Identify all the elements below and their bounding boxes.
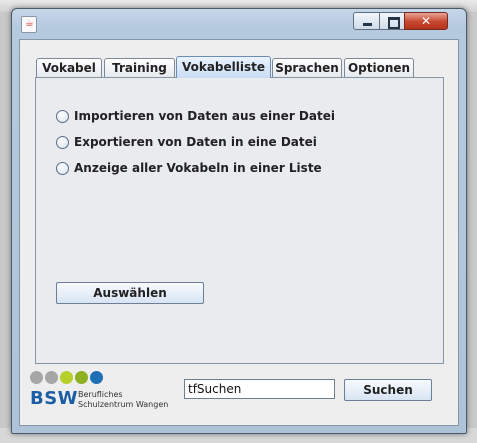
close-icon: ✕ <box>420 14 432 28</box>
search-input[interactable] <box>184 379 335 399</box>
tab-optionen[interactable]: Optionen <box>344 58 414 77</box>
logo-subtitle-line2: Schulzentrum Wangen <box>78 400 169 409</box>
close-button[interactable]: ✕ <box>404 12 448 30</box>
tab-vokabel[interactable]: Vokabel <box>36 58 102 77</box>
maximize-icon <box>388 17 400 29</box>
logo-dot <box>30 371 43 384</box>
tab-vokabelliste[interactable]: Vokabelliste <box>176 56 271 78</box>
radio-show-list-label[interactable]: Anzeige aller Vokabeln in einer Liste <box>74 160 322 176</box>
radio-button-icon[interactable] <box>56 162 69 175</box>
minimize-icon <box>363 23 372 26</box>
logo-subtitle-line1: Berufliches <box>78 390 123 399</box>
app-window: ☕ ✕ Vokabel Training Vokabelliste Sprach… <box>11 8 467 434</box>
java-app-icon: ☕ <box>21 16 37 33</box>
select-button[interactable]: Auswählen <box>56 282 204 304</box>
title-bar[interactable]: ☕ ✕ <box>12 9 466 39</box>
tab-sprachen[interactable]: Sprachen <box>272 58 342 77</box>
logo-dot <box>75 371 88 384</box>
tab-training[interactable]: Training <box>104 58 175 77</box>
window-content: Vokabel Training Vokabelliste Sprachen O… <box>19 39 459 426</box>
logo-dot <box>45 371 58 384</box>
bsw-logo: BSW Berufliches Schulzentrum Wangen <box>30 371 180 421</box>
radio-export-label[interactable]: Exportieren von Daten in eine Datei <box>74 134 317 150</box>
radio-import-label[interactable]: Importieren von Daten aus einer Datei <box>74 108 335 124</box>
maximize-button[interactable] <box>379 12 405 30</box>
search-button[interactable]: Suchen <box>344 379 432 401</box>
logo-text: BSW <box>30 388 79 409</box>
logo-subtitle: Berufliches Schulzentrum Wangen <box>78 390 168 410</box>
radio-button-icon[interactable] <box>56 110 69 123</box>
minimize-button[interactable] <box>353 12 380 30</box>
logo-dot <box>60 371 73 384</box>
logo-dot <box>90 371 103 384</box>
vokabelliste-panel: Importieren von Daten aus einer Datei Ex… <box>35 77 444 364</box>
radio-button-icon[interactable] <box>56 136 69 149</box>
